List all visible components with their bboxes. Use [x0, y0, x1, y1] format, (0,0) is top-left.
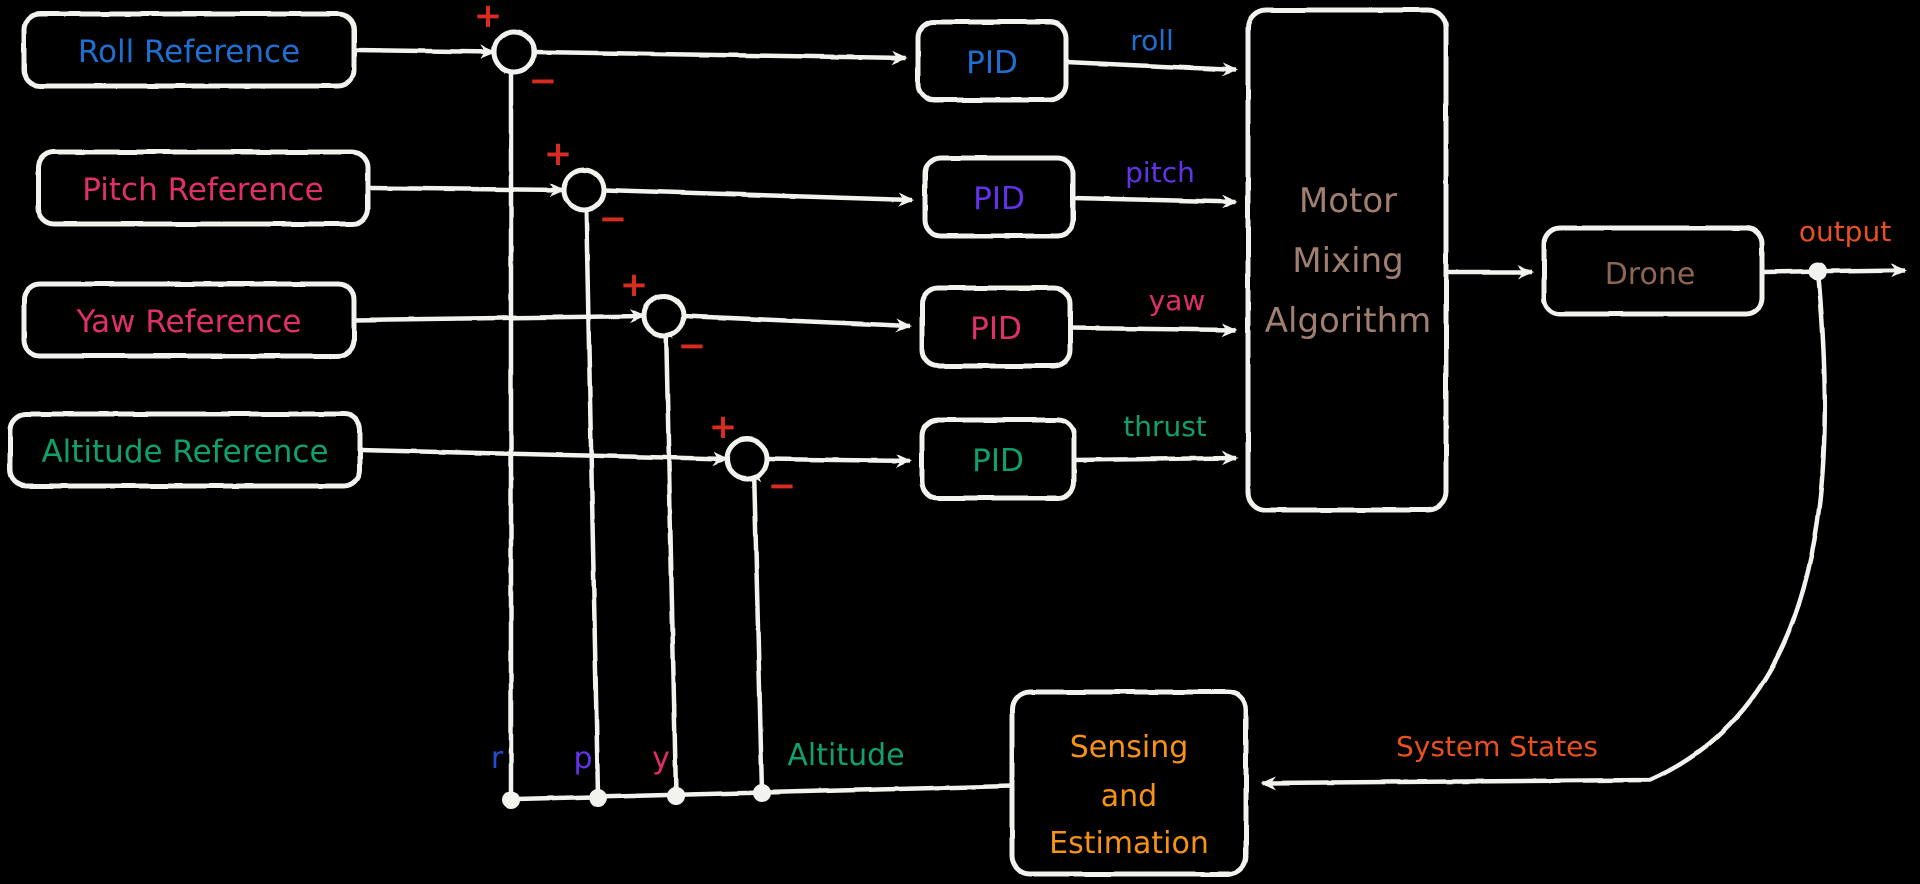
wire-feedback-p	[579, 196, 601, 797]
label-sensing-line-3: Estimation	[1049, 826, 1209, 861]
label-feedback-y: y	[652, 741, 670, 776]
label-signal-roll: roll	[1130, 24, 1174, 57]
wire-yaw-sum-to-pid	[683, 313, 912, 333]
label-feedback-altitude: Altitude	[787, 738, 904, 773]
label-mixer-line-2: Mixing	[1292, 241, 1403, 281]
sign-plus-roll: +	[474, 0, 503, 36]
label-altitude-reference: Altitude Reference	[41, 434, 328, 470]
wire-feedback-altitude	[747, 466, 765, 793]
wire-roll-sum-to-pid	[533, 49, 908, 65]
sign-minus-roll: −	[529, 61, 558, 101]
sign-plus-yaw: +	[620, 265, 649, 305]
wire-roll-ref-to-sum	[353, 44, 496, 59]
wire-thrust-to-mixer	[1073, 451, 1238, 466]
label-pid-yaw: PID	[970, 311, 1022, 347]
label-pid-pitch: PID	[973, 181, 1025, 217]
feedback-dot-p	[589, 789, 607, 807]
wire-pitch-sum-to-pid	[603, 187, 914, 207]
feedback-dot-y	[667, 787, 685, 805]
label-yaw-reference: Yaw Reference	[76, 304, 302, 340]
wire-feedback-y	[659, 323, 679, 795]
wire-drone-to-output	[1761, 263, 1907, 278]
wire-altitude-ref-to-sum	[359, 447, 729, 466]
wire-roll-to-mixer	[1065, 59, 1238, 77]
sign-plus-altitude: +	[709, 407, 738, 447]
label-pid-roll: PID	[966, 45, 1018, 81]
wire-pitch-to-mixer	[1072, 194, 1238, 209]
label-mixer-line-1: Motor	[1299, 181, 1397, 221]
label-pitch-reference: Pitch Reference	[82, 172, 323, 208]
wire-pitch-ref-to-sum	[367, 182, 566, 197]
label-pid-thrust: PID	[972, 443, 1024, 479]
label-roll-reference: Roll Reference	[78, 34, 300, 70]
sign-minus-pitch: −	[599, 199, 628, 239]
label-sensing-line-1: Sensing	[1070, 730, 1189, 765]
label-drone: Drone	[1605, 257, 1696, 292]
diagram-canvas: Roll Reference Pitch Reference Yaw Refer…	[0, 0, 1920, 884]
sign-plus-pitch: +	[544, 134, 573, 174]
sign-minus-altitude: −	[768, 466, 797, 506]
label-output: output	[1799, 215, 1891, 248]
label-signal-yaw: yaw	[1149, 284, 1206, 317]
label-feedback-p: p	[573, 741, 592, 776]
block-diagram: Roll Reference Pitch Reference Yaw Refer…	[7, 0, 1907, 877]
label-system-states: System States	[1396, 730, 1598, 763]
wire-yaw-to-mixer	[1069, 322, 1238, 337]
label-feedback-r: r	[491, 741, 504, 776]
feedback-dot-altitude	[753, 784, 771, 802]
sign-minus-yaw: −	[678, 326, 707, 366]
label-signal-thrust: thrust	[1123, 410, 1207, 443]
wire-yaw-ref-to-sum	[353, 309, 646, 324]
label-signal-pitch: pitch	[1125, 156, 1195, 189]
label-sensing-line-2: and	[1101, 779, 1157, 814]
wire-altitude-sum-to-pid	[766, 453, 912, 468]
label-mixer-line-3: Algorithm	[1265, 301, 1432, 341]
feedback-dot-r	[502, 791, 520, 809]
